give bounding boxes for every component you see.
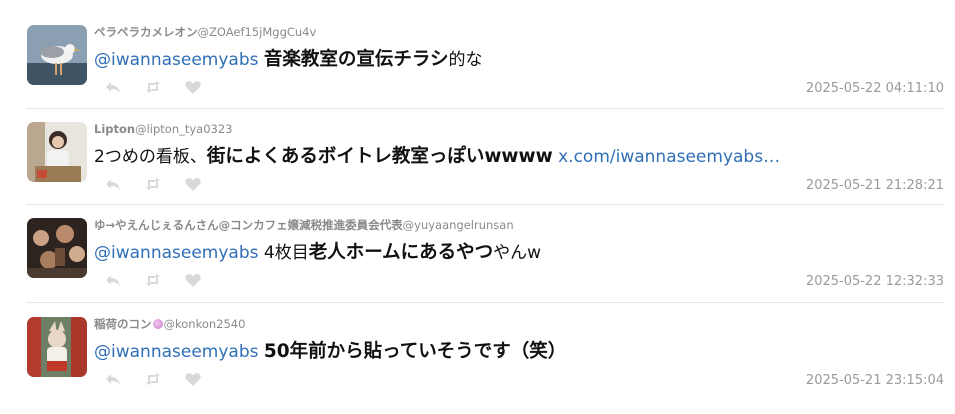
timestamp[interactable]: 2025-05-22 04:11:10 [806, 81, 944, 96]
tweet-text: 2つめの看板、街によくあるボイトレ教室っぽいwwww x.com/iwannas… [94, 146, 780, 168]
tweet-divider [26, 204, 944, 205]
timestamp[interactable]: 2025-05-22 12:32:33 [806, 274, 944, 289]
tweet-header: 稲荷のコン @konkon2540 [94, 317, 245, 331]
avatar[interactable] [27, 218, 87, 278]
mention-link[interactable]: @iwannaseemyabs [94, 243, 258, 263]
heart-icon [184, 176, 202, 192]
emphasized-text: 音楽教室の宣伝チラシ [263, 49, 449, 70]
retweet-icon [144, 371, 162, 387]
plain-text: 的な [448, 50, 483, 70]
reply-button[interactable] [104, 272, 122, 288]
retweet-button[interactable] [144, 272, 162, 288]
tweet-divider [26, 108, 944, 109]
reply-icon [104, 79, 122, 95]
like-button[interactable] [184, 371, 202, 387]
heart-icon [184, 79, 202, 95]
display-name[interactable]: ペラペラカメレオン [94, 25, 198, 39]
tweet-header: ゆ→やえんじぇるんさん@コンカフェ嬢減税推進委員会代表@yuyaangelrun… [94, 218, 514, 232]
heart-icon [184, 371, 202, 387]
user-handle[interactable]: @konkon2540 [164, 317, 246, 331]
display-name[interactable]: Lipton [94, 122, 135, 136]
display-name[interactable]: ゆ→やえんじぇるんさん@コンカフェ嬢減税推進委員会代表 [94, 218, 403, 232]
avatar[interactable] [27, 25, 87, 85]
url-link[interactable]: x.com/iwannaseemyabs… [558, 147, 780, 167]
tweet-text: @iwannaseemyabs 音楽教室の宣伝チラシ的な [94, 49, 483, 71]
like-button[interactable] [184, 176, 202, 192]
user-handle[interactable]: @ZOAef15jMggCu4v [198, 25, 317, 39]
retweet-button[interactable] [144, 176, 162, 192]
like-button[interactable] [184, 79, 202, 95]
tweet-header: ペラペラカメレオン@ZOAef15jMggCu4v [94, 25, 316, 39]
emphasized-text: 街によくあるボイトレ教室っぽいwwww [206, 146, 553, 167]
retweet-icon [144, 272, 162, 288]
tweet-divider [26, 302, 944, 303]
timestamp[interactable]: 2025-05-21 21:28:21 [806, 178, 944, 193]
retweet-icon [144, 176, 162, 192]
badge-icon [152, 319, 163, 329]
plain-text: 4枚目 [258, 243, 309, 263]
mention-link[interactable]: @iwannaseemyabs [94, 342, 258, 362]
reply-icon [104, 371, 122, 387]
reply-icon [104, 272, 122, 288]
retweet-button[interactable] [144, 371, 162, 387]
reply-icon [104, 176, 122, 192]
user-handle[interactable]: @yuyaangelrunsan [403, 218, 514, 232]
timestamp[interactable]: 2025-05-21 23:15:04 [806, 373, 944, 388]
retweet-button[interactable] [144, 79, 162, 95]
user-handle[interactable]: @lipton_tya0323 [135, 122, 232, 136]
reply-button[interactable] [104, 79, 122, 95]
avatar[interactable] [27, 317, 87, 377]
plain-text: やんw [493, 243, 542, 263]
tweet-text: @iwannaseemyabs 50年前から貼っていそうです（笑） [94, 341, 566, 363]
reply-button[interactable] [104, 176, 122, 192]
tweet-text: @iwannaseemyabs 4枚目老人ホームにあるやつやんw [94, 242, 541, 264]
retweet-icon [144, 79, 162, 95]
emphasized-text: 老人ホームにあるやつ [308, 242, 494, 263]
plain-text: 2つめの看板、 [94, 147, 207, 167]
like-button[interactable] [184, 272, 202, 288]
mention-link[interactable]: @iwannaseemyabs [94, 50, 258, 70]
emphasized-text: 50年前から貼っていそうです（笑） [263, 341, 567, 362]
reply-button[interactable] [104, 371, 122, 387]
heart-icon [184, 272, 202, 288]
display-name[interactable]: 稲荷のコン [94, 317, 152, 331]
avatar[interactable] [27, 122, 87, 182]
tweet-header: Lipton@lipton_tya0323 [94, 122, 233, 136]
